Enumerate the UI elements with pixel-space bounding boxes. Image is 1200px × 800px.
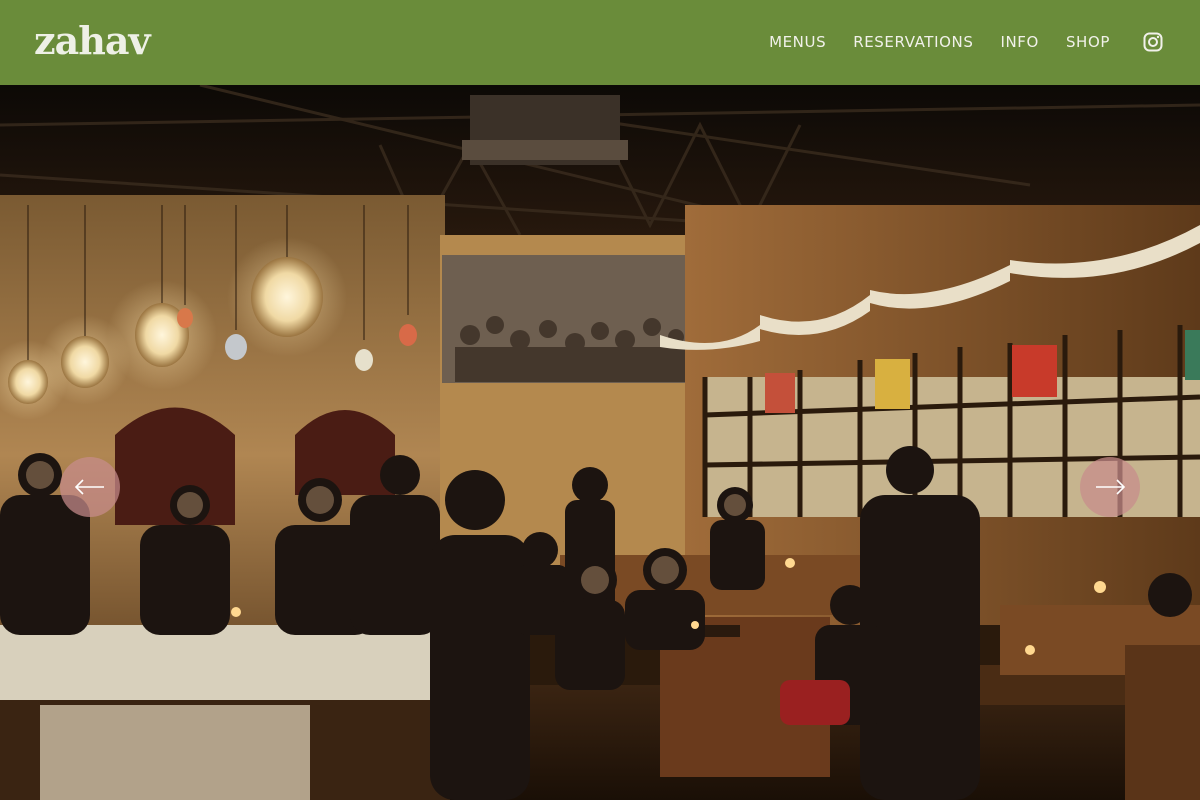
prev-slide-button[interactable] bbox=[60, 457, 120, 517]
logo-text: zahav bbox=[34, 18, 151, 63]
main-nav: MENUS RESERVATIONS INFO SHOP bbox=[769, 32, 1110, 52]
site-header: zahav MENUS RESERVATIONS INFO SHOP bbox=[0, 0, 1200, 85]
nav-menus[interactable]: MENUS bbox=[769, 32, 826, 52]
nav-info[interactable]: INFO bbox=[1000, 32, 1038, 52]
instagram-icon[interactable] bbox=[1143, 32, 1163, 52]
page: zahav MENUS RESERVATIONS INFO SHOP bbox=[0, 0, 1200, 800]
arrow-left-icon bbox=[74, 479, 104, 495]
hero-image bbox=[0, 85, 1200, 800]
hero-slider bbox=[0, 85, 1200, 800]
nav-reservations[interactable]: RESERVATIONS bbox=[853, 32, 973, 52]
arrow-right-icon bbox=[1096, 479, 1126, 495]
logo[interactable]: zahav bbox=[34, 18, 164, 63]
nav-shop[interactable]: SHOP bbox=[1066, 32, 1110, 52]
next-slide-button[interactable] bbox=[1080, 457, 1140, 517]
